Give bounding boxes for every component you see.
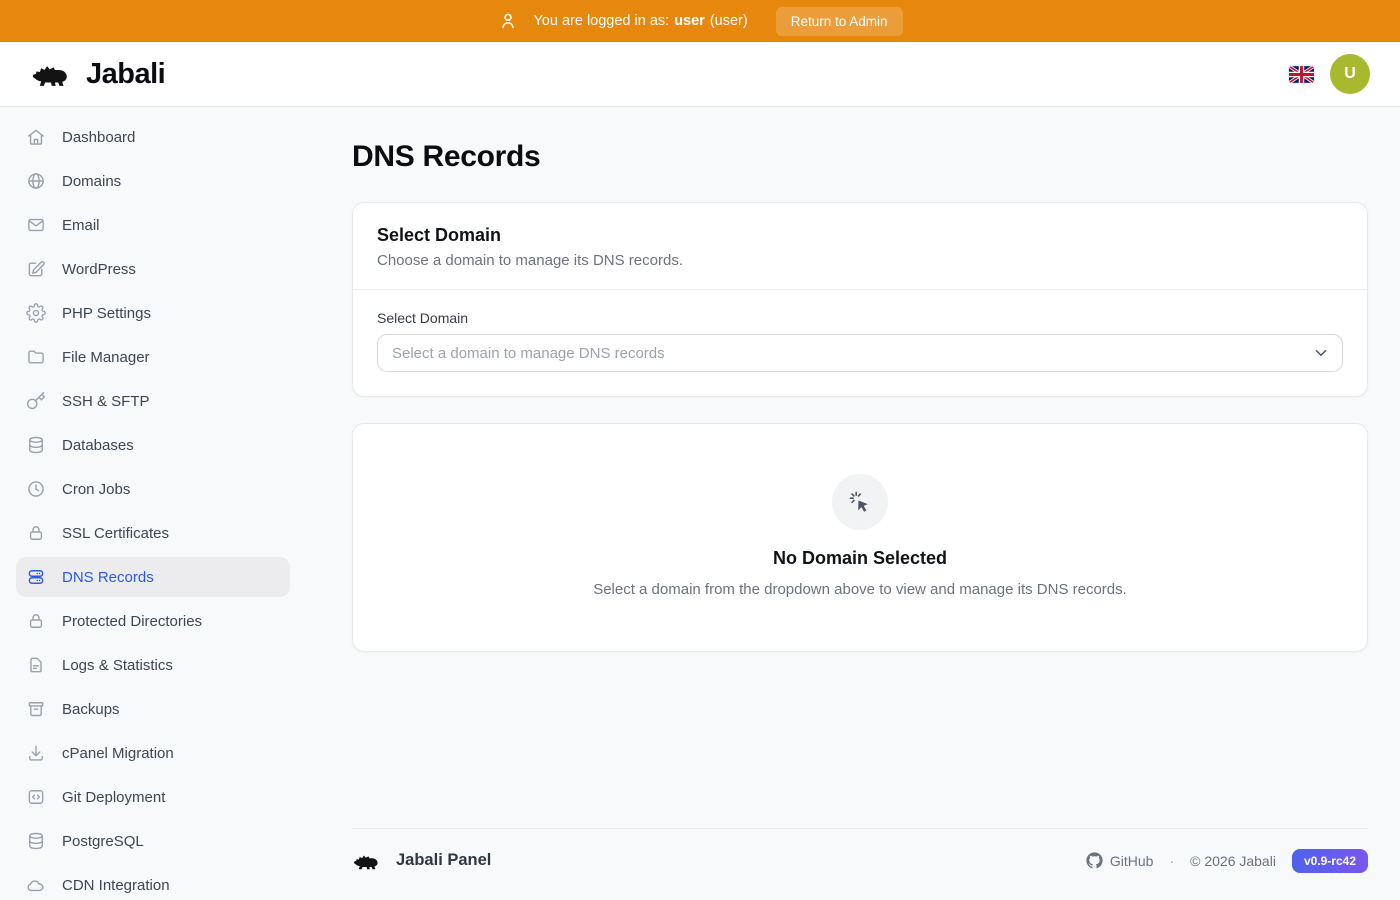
lock-icon	[26, 523, 46, 543]
footer-brand: Jabali Panel	[352, 850, 491, 872]
user-avatar[interactable]: U	[1330, 54, 1370, 94]
logged-in-username: user	[674, 13, 705, 29]
empty-state-card: No Domain Selected Select a domain from …	[352, 423, 1368, 652]
sidebar-item-label: Protected Directories	[62, 613, 202, 630]
mail-icon	[26, 215, 46, 235]
sidebar-item-label: Logs & Statistics	[62, 657, 173, 674]
card-subtitle: Choose a domain to manage its DNS record…	[377, 252, 1343, 269]
sidebar-item-domains[interactable]: Domains	[16, 161, 290, 201]
sidebar-item-backups[interactable]: Backups	[16, 689, 290, 729]
sidebar-item-label: Git Deployment	[62, 789, 165, 806]
footer-separator: ·	[1169, 853, 1174, 869]
sidebar-item-ssl-certificates[interactable]: SSL Certificates	[16, 513, 290, 553]
sidebar-item-label: cPanel Migration	[62, 745, 174, 762]
github-icon	[1086, 852, 1103, 869]
sidebar-item-label: CDN Integration	[62, 877, 170, 894]
main-content: DNS Records Select Domain Choose a domai…	[320, 107, 1400, 900]
sidebar-item-label: Email	[62, 217, 100, 234]
domain-select-label: Select Domain	[377, 310, 1343, 326]
database-icon	[26, 831, 46, 851]
chevron-down-icon	[1312, 344, 1330, 362]
sidebar-item-label: WordPress	[62, 261, 136, 278]
domain-select-placeholder: Select a domain to manage DNS records	[392, 345, 665, 362]
footer-brand-name: Jabali Panel	[396, 851, 491, 870]
empty-state-title: No Domain Selected	[773, 548, 947, 569]
gear-icon	[26, 303, 46, 323]
sidebar-item-label: DNS Records	[62, 569, 154, 586]
sidebar-item-postgresql[interactable]: PostgreSQL	[16, 821, 290, 861]
footer: Jabali Panel GitHub · © 2026 Jabali v0.9…	[352, 828, 1368, 873]
footer-meta: GitHub · © 2026 Jabali v0.9-rc42	[1086, 849, 1368, 873]
logged-in-role: (user)	[710, 13, 748, 29]
archive-icon	[26, 699, 46, 719]
sidebar-item-label: Cron Jobs	[62, 481, 130, 498]
sidebar-item-git-deployment[interactable]: Git Deployment	[16, 777, 290, 817]
home-icon	[26, 127, 46, 147]
cloud-icon	[26, 875, 46, 895]
brand-name: Jabali	[86, 58, 165, 91]
footer-row: Jabali Panel GitHub · © 2026 Jabali v0.9…	[352, 829, 1368, 873]
boar-logo-icon	[30, 58, 76, 90]
sidebar-item-email[interactable]: Email	[16, 205, 290, 245]
sidebar-item-label: PostgreSQL	[62, 833, 144, 850]
sidebar-item-cron-jobs[interactable]: Cron Jobs	[16, 469, 290, 509]
select-domain-card-header: Select Domain Choose a domain to manage …	[353, 203, 1367, 290]
sidebar-item-label: Dashboard	[62, 129, 135, 146]
github-link[interactable]: GitHub	[1086, 852, 1154, 869]
sidebar-item-logs-statistics[interactable]: Logs & Statistics	[16, 645, 290, 685]
app-header: Jabali U	[0, 42, 1400, 107]
sidebar-nav: Dashboard Domains Email WordPress PHP Se…	[0, 107, 320, 900]
sidebar-item-ssh-sftp[interactable]: SSH & SFTP	[16, 381, 290, 421]
sidebar-item-label: PHP Settings	[62, 305, 151, 322]
server-icon	[26, 567, 46, 587]
code-icon	[26, 787, 46, 807]
sidebar-item-protected-directories[interactable]: Protected Directories	[16, 601, 290, 641]
select-domain-card: Select Domain Choose a domain to manage …	[352, 202, 1368, 397]
folder-icon	[26, 347, 46, 367]
impersonation-banner: You are logged in as: user (user) Return…	[0, 0, 1400, 42]
lock-icon	[26, 611, 46, 631]
github-label: GitHub	[1110, 853, 1154, 869]
brand-logo[interactable]: Jabali	[30, 58, 165, 91]
header-actions: U	[1289, 54, 1370, 94]
empty-state-icon-circle	[832, 474, 888, 530]
version-badge: v0.9-rc42	[1292, 849, 1368, 873]
logged-in-prefix: You are logged in as:	[533, 13, 669, 29]
clock-icon	[26, 479, 46, 499]
sidebar-item-dashboard[interactable]: Dashboard	[16, 117, 290, 157]
sidebar-item-cdn-integration[interactable]: CDN Integration	[16, 865, 290, 900]
sidebar-item-php-settings[interactable]: PHP Settings	[16, 293, 290, 333]
sidebar-item-file-manager[interactable]: File Manager	[16, 337, 290, 377]
page-layout: Dashboard Domains Email WordPress PHP Se…	[0, 107, 1400, 900]
edit-icon	[26, 259, 46, 279]
sidebar-item-label: Backups	[62, 701, 120, 718]
sidebar-item-label: File Manager	[62, 349, 150, 366]
empty-state-description: Select a domain from the dropdown above …	[593, 579, 1127, 601]
sidebar-item-label: SSH & SFTP	[62, 393, 150, 410]
card-title: Select Domain	[377, 225, 1343, 246]
sidebar-item-wordpress[interactable]: WordPress	[16, 249, 290, 289]
sidebar-item-label: Databases	[62, 437, 134, 454]
sidebar-item-databases[interactable]: Databases	[16, 425, 290, 465]
return-to-admin-button[interactable]: Return to Admin	[776, 7, 903, 36]
select-domain-card-body: Select Domain Select a domain to manage …	[353, 290, 1367, 396]
database-icon	[26, 435, 46, 455]
key-icon	[26, 391, 46, 411]
boar-logo-icon	[352, 850, 384, 872]
sidebar-item-cpanel-migration[interactable]: cPanel Migration	[16, 733, 290, 773]
logged-in-message: You are logged in as: user (user)	[533, 13, 747, 29]
download-icon	[26, 743, 46, 763]
sidebar-item-label: Domains	[62, 173, 121, 190]
footer-copyright: © 2026 Jabali	[1190, 853, 1276, 869]
person-icon	[497, 10, 519, 32]
domain-select[interactable]: Select a domain to manage DNS records	[377, 334, 1343, 372]
globe-icon	[26, 171, 46, 191]
language-flag-uk-icon[interactable]	[1289, 66, 1314, 83]
sidebar-item-dns-records[interactable]: DNS Records	[16, 557, 290, 597]
document-icon	[26, 655, 46, 675]
cursor-click-icon	[847, 489, 873, 515]
page-title: DNS Records	[352, 140, 1368, 174]
sidebar-item-label: SSL Certificates	[62, 525, 169, 542]
